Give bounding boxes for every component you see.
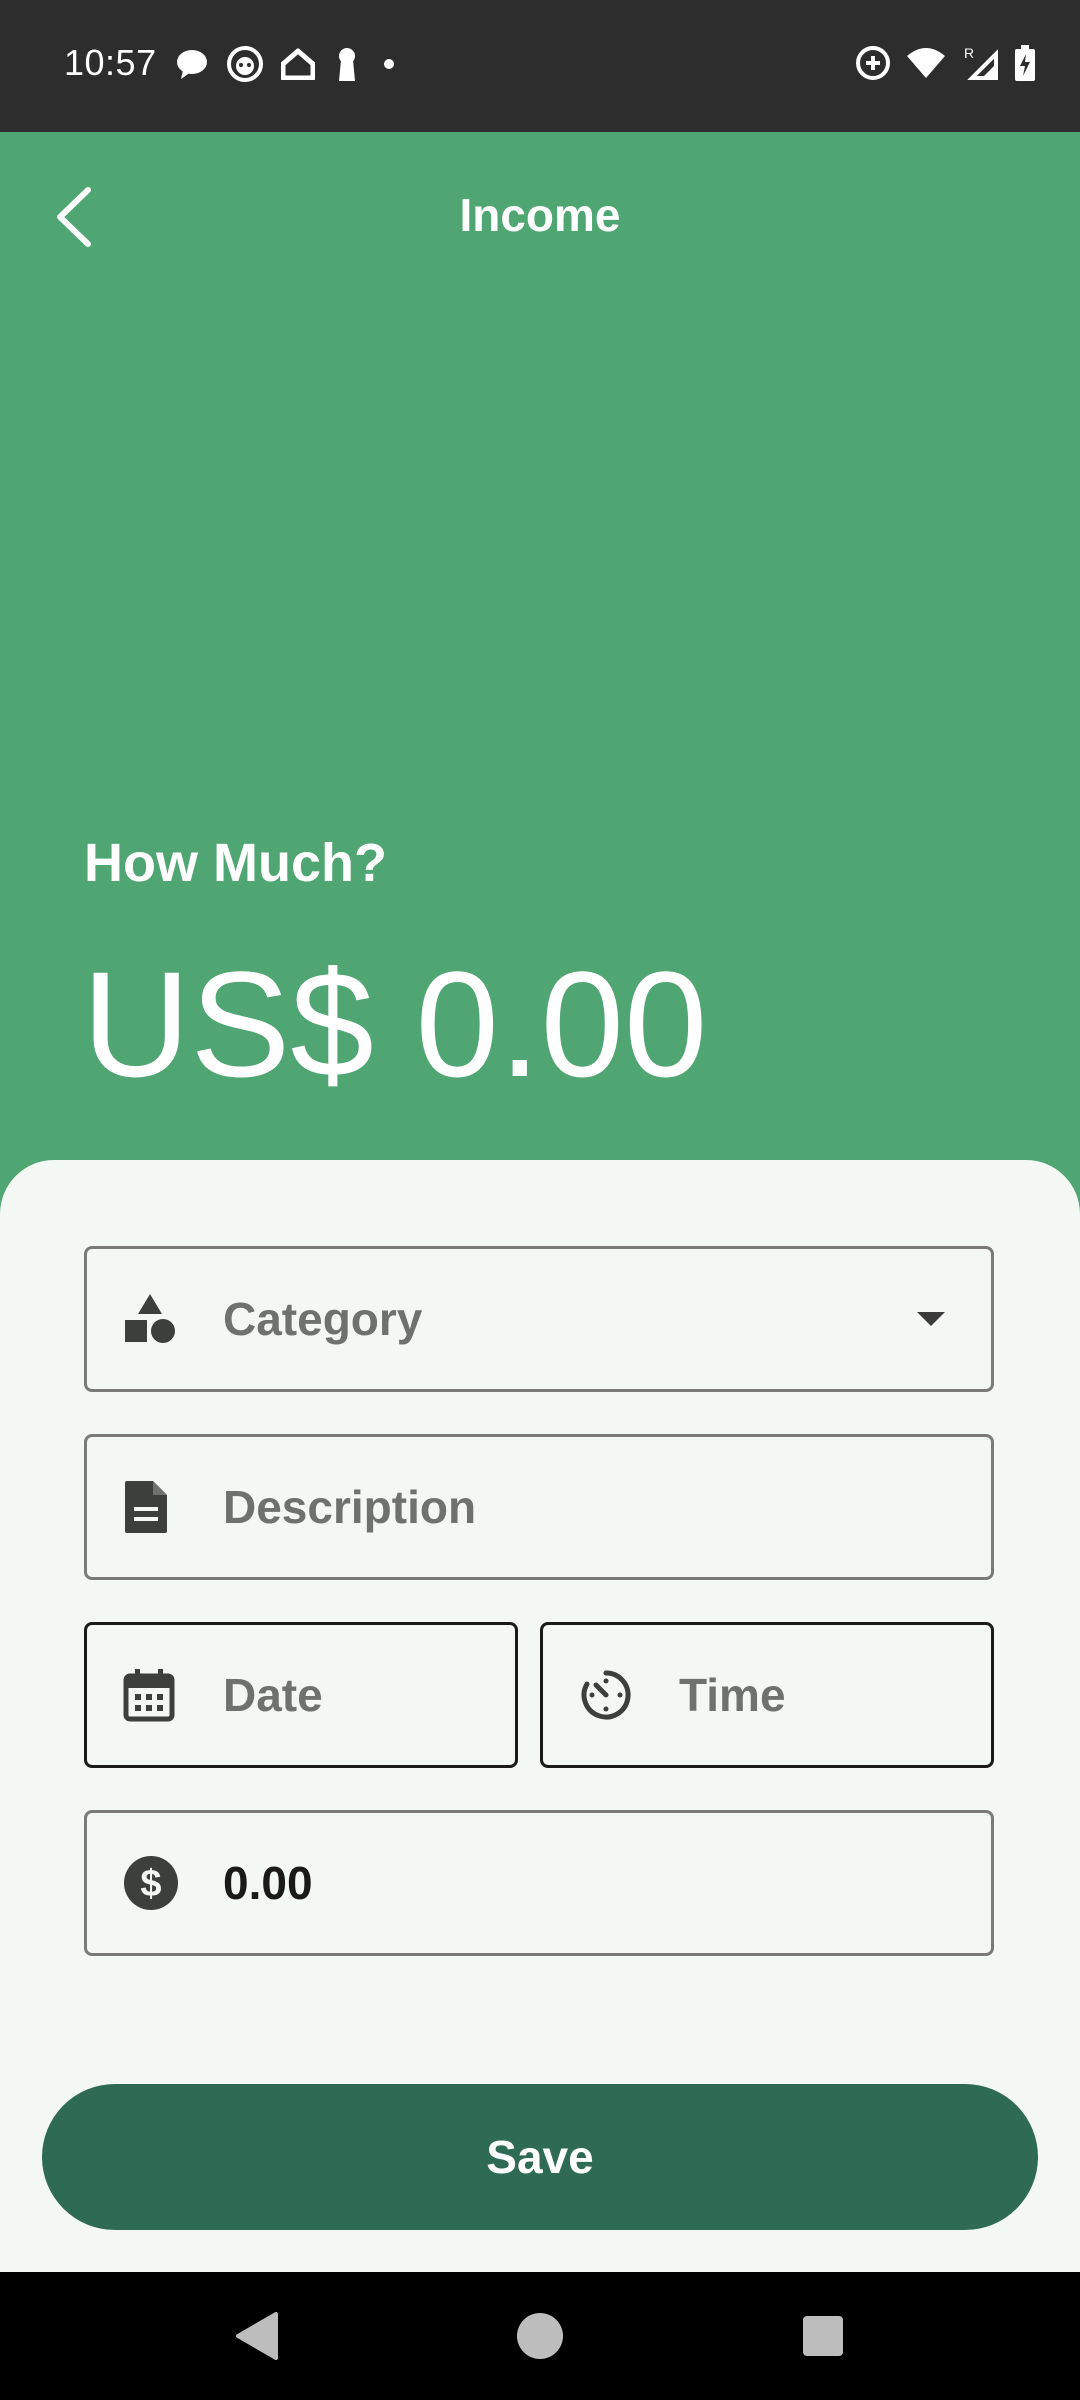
date-label: Date <box>223 1669 323 1721</box>
status-system-icons: R <box>854 44 1036 82</box>
keyhole-icon <box>339 48 355 81</box>
dot-icon <box>384 59 394 69</box>
status-time: 10:57 <box>64 42 157 83</box>
status-notification-icons <box>175 46 399 82</box>
save-button[interactable]: Save <box>42 2084 1038 2230</box>
nav-back-icon[interactable] <box>232 2310 280 2362</box>
cat-face-icon <box>227 46 263 82</box>
description-label: Description <box>223 1481 477 1533</box>
nav-home-icon[interactable] <box>514 2310 566 2362</box>
svg-text:$: $ <box>140 1863 161 1905</box>
clock-icon <box>581 1670 631 1720</box>
document-icon <box>125 1481 167 1533</box>
page-title: Income <box>459 189 621 241</box>
nav-recents-icon[interactable] <box>801 2314 845 2358</box>
dropdown-caret-icon <box>917 1312 945 1326</box>
how-much-label: How Much? <box>84 833 387 893</box>
status-bar: 10:57 R <box>0 0 1080 132</box>
amount-value: 0.00 <box>223 1857 313 1909</box>
category-label: Category <box>223 1293 423 1345</box>
home-icon <box>281 48 315 80</box>
signal-roaming-icon: R <box>964 45 998 80</box>
description-field[interactable]: Description <box>84 1434 994 1580</box>
battery-charging-icon <box>1015 45 1035 81</box>
amount-field[interactable]: $ 0.00 <box>84 1810 994 1956</box>
chat-bubble-icon <box>177 50 207 79</box>
category-shapes-icon <box>125 1294 175 1343</box>
time-label: Time <box>679 1669 786 1721</box>
system-nav-bar <box>0 2272 1080 2400</box>
dollar-coin-icon: $ <box>124 1856 178 1910</box>
time-field[interactable]: Time <box>540 1622 994 1768</box>
amount-display: US$ 0.00 <box>82 940 708 1108</box>
save-button-label: Save <box>486 2131 594 2183</box>
data-saver-icon <box>856 46 890 80</box>
calendar-icon <box>123 1669 175 1722</box>
wifi-icon <box>907 48 945 78</box>
income-header: Income How Much? US$ 0.00 <box>0 132 1080 1172</box>
date-field[interactable]: Date <box>84 1622 518 1768</box>
category-dropdown[interactable]: Category <box>84 1246 994 1392</box>
roaming-label: R <box>964 45 974 61</box>
